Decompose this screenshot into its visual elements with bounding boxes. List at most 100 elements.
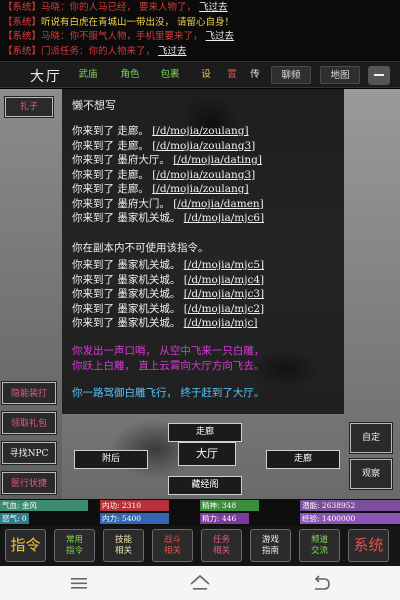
quests-button[interactable]: 任务 相关 (201, 529, 242, 562)
room-name: 懒不想写 (72, 99, 116, 112)
log-line: 【系统】门派任务：你的人物来了， 飞过去 (3, 45, 397, 60)
game-line: 你来到了 走廊。 [/d/mojia/zoulang3] (72, 138, 255, 153)
room-path-link[interactable]: [/d/mojia/mjc6] (184, 212, 264, 224)
game-line: 你跃上白雕， 直上云霄向大厅方向飞去。 (72, 359, 265, 372)
nav-transmit[interactable]: 传 (248, 66, 262, 84)
log-text: 门派任务：你的人物来了， (41, 45, 159, 57)
command-button[interactable]: 指令 (5, 529, 46, 562)
game-line: 你来到了 墨家机关城。 [/d/mojia/mjc3] (72, 286, 264, 301)
game-line: 你来到了 走廊。 [/d/mojia/zoulang] (72, 181, 249, 196)
find-npc-button[interactable]: 寻找NPC (2, 442, 56, 464)
line-text: 你来到了 走廊。 (72, 125, 153, 137)
custom-button[interactable]: 自定 (350, 423, 392, 453)
room-path-link[interactable]: [/d/mojia/zoulang] (152, 125, 248, 137)
fly-to-link[interactable]: 飞过去 (206, 31, 235, 42)
nav-chat[interactable]: 聊频 (271, 66, 311, 84)
line-text: 你来到了 墨家机关城。 (72, 212, 184, 224)
game-line: 你在副本内不可使用该指令。 (72, 242, 209, 254)
place-button[interactable]: 扎子 (5, 97, 53, 117)
line-text: 你来到了 墨家机关城。 (72, 288, 184, 300)
log-text: 马晓：你的人马已经， 要来人物了， (41, 2, 200, 13)
nav-martial-temple[interactable]: 武庙 (74, 66, 102, 84)
room-path-link[interactable]: [/d/mojia/mjc3] (184, 288, 264, 300)
skills-button[interactable]: 技能 相关 (103, 529, 144, 562)
back-icon[interactable] (306, 566, 336, 600)
line-text: 你来到了 墨府大厅。 (72, 154, 174, 166)
room-path-link[interactable]: [/d/mojia/dating] (173, 154, 262, 166)
log-tag: 【系统】 (3, 2, 42, 13)
game-line: 你一路驾御白雕飞行， 终于赶到了大厅。 (72, 387, 265, 399)
room-path-link[interactable]: [/d/mojia/mjc] (184, 317, 258, 329)
stat-label: 气血: 金风 (2, 501, 37, 510)
game-line: 你来到了 墨家机关城。 [/d/mojia/mjc4] (72, 272, 264, 287)
nav-bar: 大厅 武庙 角色 包裹 设 置 传 聊频 地图 (0, 61, 400, 88)
game-text-panel: 懒不想写 你来到了 走廊。 [/d/mojia/zoulang] 你来到了 走廊… (62, 89, 344, 414)
log-line: 【系统】马晓：你的人马已经， 要来人物了， 飞过去 (3, 1, 397, 16)
android-navigation-bar (0, 566, 400, 600)
system-button[interactable]: 系统 (348, 529, 389, 562)
exit-south-button[interactable]: 藏经阁 (168, 476, 242, 495)
stats-bar: 气血: 金风 内功: 2310 精神: 348 潜能: 2638952 怒气: … (0, 499, 400, 526)
stat-label: 经验: 1400000 (302, 514, 356, 523)
line-text: 你来到了 墨家机关城。 (72, 302, 184, 315)
line-text: 你来到了 墨家机关城。 (72, 273, 184, 286)
common-commands-button[interactable]: 常用 指令 (54, 529, 95, 562)
line-text: 你来到了 走廊。 (72, 168, 153, 181)
stat-jingyan: 经验: 1400000 (300, 513, 400, 524)
stat-label: 潜能: 2638952 (302, 501, 356, 510)
observe-button[interactable]: 观察 (350, 459, 392, 489)
game-line: 你来到了 走廊。 [/d/mojia/zoulang3] (72, 167, 255, 182)
system-log: 【系统】马晓：你的人马已经， 要来人物了， 飞过去 【系统】听说有白虎在青城山一… (0, 0, 400, 60)
fly-to-link[interactable]: 飞过去 (158, 46, 187, 57)
room-path-link[interactable]: [/d/mojia/mjc2] (184, 303, 264, 315)
game-line: 你来到了 墨家机关城。 [/d/mojia/mjc5] (72, 257, 264, 272)
log-tag: 【系统】 (3, 45, 42, 57)
nav-map[interactable]: 地图 (320, 66, 360, 84)
menu-lines-icon[interactable] (64, 566, 94, 600)
stat-label: 内力: 5400 (102, 514, 142, 523)
stat-neigong: 内功: 2310 (100, 500, 198, 511)
stat-qianneng: 潜能: 2638952 (300, 500, 400, 511)
log-tag: 【系统】 (3, 31, 42, 42)
combat-button[interactable]: 战斗 相关 (152, 529, 193, 562)
line-text: 你来到了 走廊。 (72, 183, 153, 195)
guide-button[interactable]: 游戏 指南 (250, 529, 291, 562)
exit-north-button[interactable]: 走廊 (168, 423, 242, 442)
stat-qixue: 气血: 金风 (0, 500, 98, 511)
home-icon[interactable] (185, 566, 215, 600)
game-line: 你来到了 墨家机关城。 [/d/mojia/mjc] (72, 315, 257, 330)
room-path-link[interactable]: [/d/mojia/mjc5] (184, 259, 264, 271)
bottom-menu: 指令 常用 指令 技能 相关 战斗 相关 任务 相关 游戏 指南 频道 交流 系… (0, 526, 400, 566)
room-path-link[interactable]: [/d/mojia/mjc4] (184, 274, 264, 286)
nav-character[interactable]: 角色 (116, 66, 144, 84)
channel-button[interactable]: 频道 交流 (299, 529, 340, 562)
game-area: 懒不想写 你来到了 走廊。 [/d/mojia/zoulang] 你来到了 走廊… (0, 89, 400, 499)
exit-east-button[interactable]: 走廊 (266, 450, 340, 469)
stat-jingshen: 精神: 348 (200, 500, 298, 511)
exit-west-button[interactable]: 附后 (74, 450, 148, 469)
side-button-1[interactable]: 隐能装打 (2, 382, 56, 404)
room-path-link[interactable]: [/d/mojia/damen] (173, 198, 264, 210)
room-path-link[interactable]: [/d/mojia/zoulang3] (152, 169, 255, 181)
line-text: 你来到了 墨家机关城。 (72, 259, 184, 271)
game-line: 你来到了 墨家机关城。 [/d/mojia/mjc6] (72, 210, 264, 225)
fly-to-link[interactable]: 飞过去 (199, 2, 228, 13)
room-title: 大厅 (30, 69, 62, 85)
left-panel (0, 89, 62, 499)
nav-settings-2[interactable]: 置 (225, 66, 239, 84)
menu-toggle-button[interactable] (368, 66, 390, 85)
stat-jingli: 精力: 446 (200, 513, 298, 524)
stat-label: 内功: 2310 (102, 501, 142, 510)
log-line: 【系统】马晓：你不服气人物，手机里要来了， 飞过去 (3, 30, 397, 45)
exit-center-button[interactable]: 大厅 (178, 442, 236, 466)
side-button-4[interactable]: 医行状捷 (2, 472, 56, 494)
log-text: 听说有白虎在青城山一带出没， 请留心自身！ (41, 16, 235, 28)
side-button-2[interactable]: 领取礼包 (2, 412, 56, 434)
nav-inventory[interactable]: 包裹 (156, 66, 184, 84)
game-line: 你发出一声口哨， 从空中飞来一只白雕， (72, 345, 265, 357)
room-path-link[interactable]: [/d/mojia/zoulang3] (152, 140, 255, 152)
stat-nuqi: 怒气: 0 (0, 513, 98, 524)
game-line: 你来到了 墨府大门。 [/d/mojia/damen] (72, 196, 264, 211)
room-path-link[interactable]: [/d/mojia/zoulang] (152, 183, 248, 195)
nav-settings-1[interactable]: 设 (199, 66, 213, 84)
